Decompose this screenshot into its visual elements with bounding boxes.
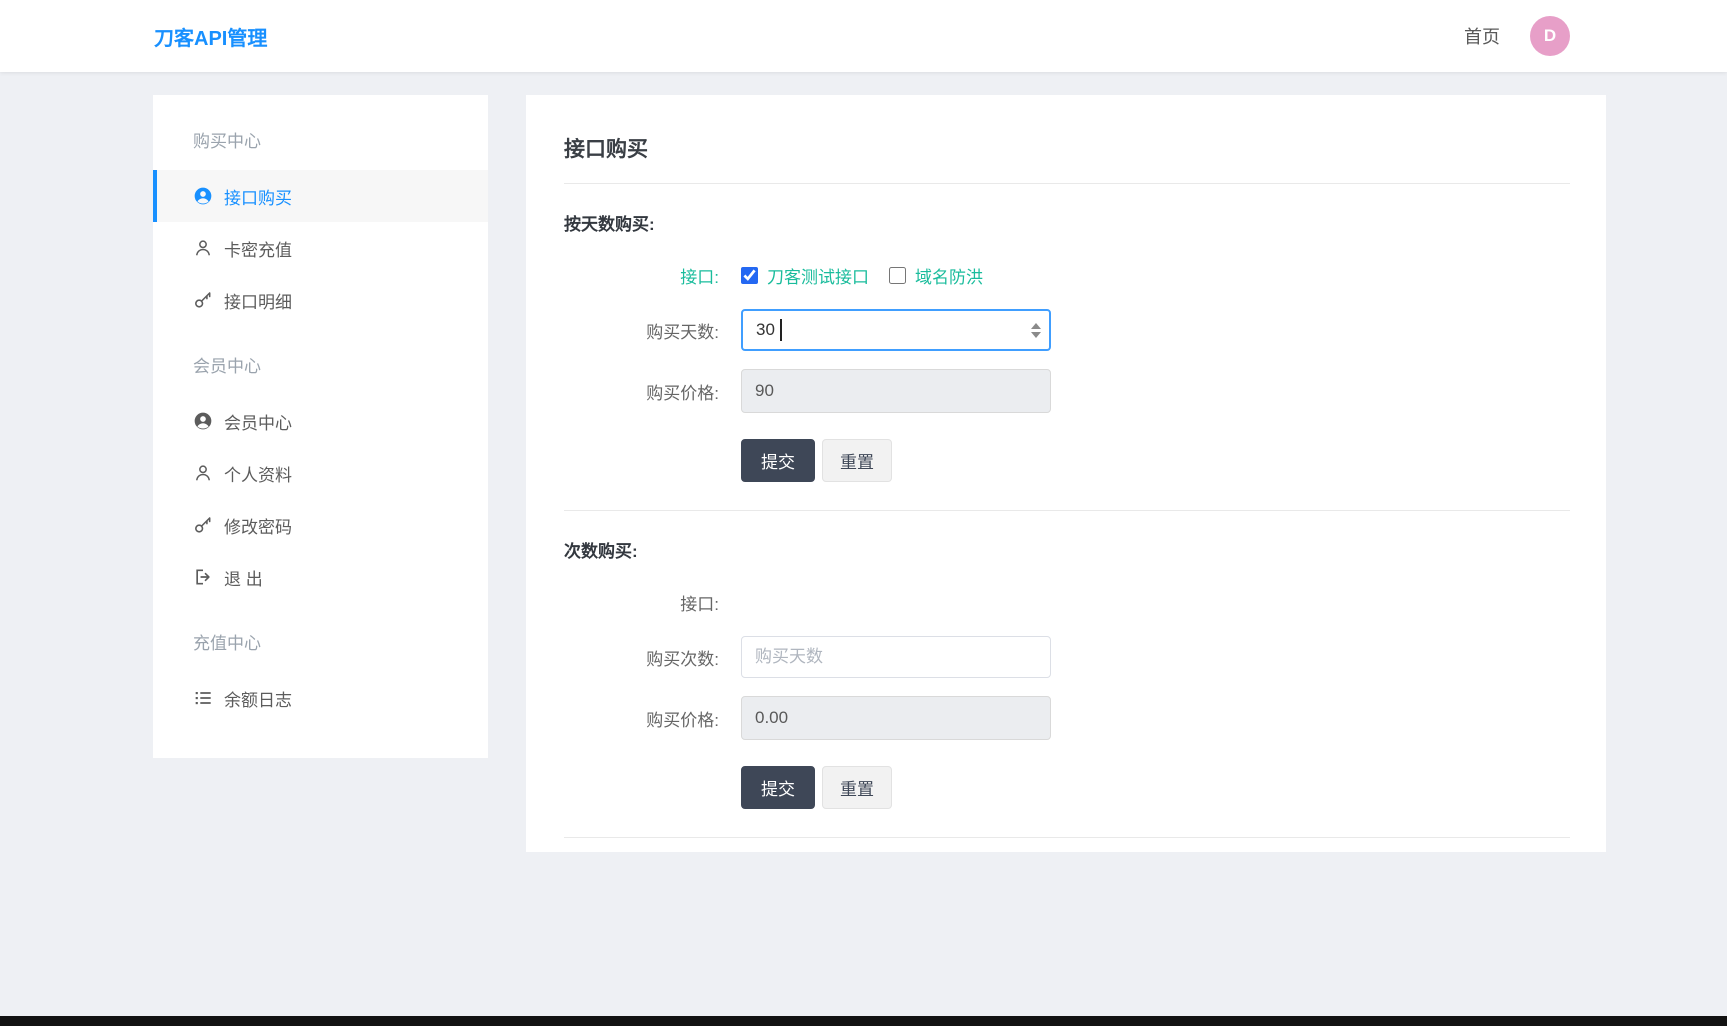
day-reset-button[interactable]: 重置: [822, 439, 892, 482]
api-checkbox-flood-label[interactable]: 域名防洪: [915, 263, 983, 288]
sidebar-section-heading-member: 会员中心: [193, 357, 261, 376]
count-price-row: 购买价格:: [564, 696, 1570, 740]
api-checkbox-test[interactable]: [741, 266, 758, 284]
sidebar-item-label: 会员中心: [224, 413, 292, 433]
sidebar-item-label: 余额日志: [224, 690, 292, 710]
days-input[interactable]: [741, 309, 1051, 351]
list-icon: [193, 688, 213, 708]
nav-home-link[interactable]: 首页: [1464, 23, 1500, 49]
text-caret: [780, 319, 782, 341]
title-divider: [564, 183, 1570, 184]
day-form-buttons: 提交 重置: [564, 439, 1570, 482]
api-checkbox-flood[interactable]: [889, 266, 906, 284]
sign-out-icon: [193, 567, 213, 587]
count-price-label: 购买价格:: [646, 710, 719, 730]
count-form-buttons: 提交 重置: [564, 766, 1570, 809]
bottom-divider: [564, 837, 1570, 838]
sidebar-item-card-recharge[interactable]: 卡密充值: [153, 222, 488, 274]
user-circle-icon: [193, 186, 213, 206]
days-input-wrap: [741, 309, 1051, 351]
count-input[interactable]: [741, 636, 1051, 678]
sidebar-section-heading-purchase: 购买中心: [193, 132, 261, 151]
user-icon: [193, 238, 213, 258]
key-icon: [193, 515, 213, 535]
count-submit-button[interactable]: 提交: [741, 766, 815, 809]
sidebar-item-label: 接口明细: [224, 292, 292, 312]
api-checkbox-test-label[interactable]: 刀客测试接口: [767, 263, 869, 288]
top-header: 刀客API管理 首页 D: [0, 0, 1727, 72]
count-form-heading: 次数购买:: [564, 542, 638, 561]
sidebar-item-label: 卡密充值: [224, 240, 292, 260]
screen-bottom-edge: [0, 1016, 1727, 1026]
sidebar-item-label: 修改密码: [224, 517, 292, 537]
sidebar-item-label: 个人资料: [224, 465, 292, 485]
day-submit-button[interactable]: 提交: [741, 439, 815, 482]
brand-logo[interactable]: 刀客API管理: [154, 22, 267, 51]
main-panel: 接口购买 按天数购买: 接口: 刀客测试接口 域名防洪 购买天数: 30 购买价…: [526, 95, 1606, 852]
days-row: 购买天数:: [564, 309, 1570, 351]
count-label: 购买次数:: [646, 649, 719, 669]
count-row: 购买次数:: [564, 636, 1570, 678]
sidebar-item-api-details[interactable]: 接口明细: [153, 274, 488, 326]
count-api-label: 接口:: [680, 594, 719, 614]
count-reset-button[interactable]: 重置: [822, 766, 892, 809]
day-price-row: 购买价格:: [564, 369, 1570, 413]
sidebar-section-heading-recharge: 充值中心: [193, 634, 261, 653]
user-circle-icon: [193, 411, 213, 431]
number-spinner[interactable]: [1031, 309, 1041, 351]
buy-by-count-form: 次数购买: 接口: 购买次数: 购买价格: 提交 重置: [564, 537, 1570, 809]
sidebar-item-label: 接口购买: [224, 188, 292, 208]
day-price-label: 购买价格:: [646, 383, 719, 403]
sidebar-item-api-purchase[interactable]: 接口购买: [153, 170, 488, 222]
sidebar-item-label: 退 出: [224, 569, 263, 589]
api-checkbox-group: 刀客测试接口 域名防洪: [741, 263, 983, 288]
user-avatar[interactable]: D: [1530, 16, 1570, 56]
section-divider: [564, 510, 1570, 511]
day-price-input: [741, 369, 1051, 413]
api-label: 接口:: [680, 267, 719, 287]
sidebar-item-profile[interactable]: 个人资料: [153, 447, 488, 499]
days-label: 购买天数:: [646, 322, 719, 342]
sidebar-item-member-center[interactable]: 会员中心: [153, 395, 488, 447]
sidebar: 购买中心 接口购买 卡密充值 接口明细 会员中心 会员中心 个人资料 修改密码 …: [153, 95, 488, 758]
api-checkbox-row: 接口: 刀客测试接口 域名防洪: [564, 259, 1570, 291]
count-api-row: 接口:: [564, 586, 1570, 618]
user-icon: [193, 463, 213, 483]
sidebar-item-balance-log[interactable]: 余额日志: [153, 672, 488, 724]
page-title: 接口购买: [564, 138, 648, 161]
page-body: 购买中心 接口购买 卡密充值 接口明细 会员中心 会员中心 个人资料 修改密码 …: [0, 72, 1727, 852]
buy-by-days-form: 按天数购买: 接口: 刀客测试接口 域名防洪 购买天数: 30 购买价格: 90…: [564, 210, 1570, 482]
sidebar-item-change-password[interactable]: 修改密码: [153, 499, 488, 551]
sidebar-item-logout[interactable]: 退 出: [153, 551, 488, 603]
count-price-input: [741, 696, 1051, 740]
spinner-down-icon[interactable]: [1031, 331, 1041, 338]
key-icon: [193, 290, 213, 310]
day-form-heading: 按天数购买:: [564, 215, 655, 234]
spinner-up-icon[interactable]: [1031, 322, 1041, 329]
